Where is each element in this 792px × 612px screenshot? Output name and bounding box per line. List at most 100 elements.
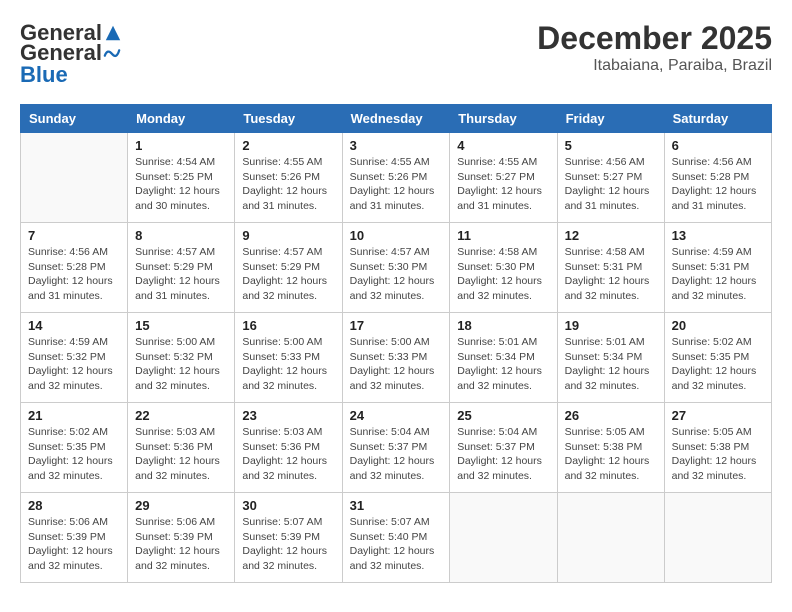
day-number: 7 <box>28 228 120 243</box>
logo-blue-text: Blue <box>20 62 68 88</box>
day-number: 11 <box>457 228 549 243</box>
day-info: Sunrise: 5:03 AM Sunset: 5:36 PM Dayligh… <box>242 425 334 484</box>
calendar-cell: 8 Sunrise: 4:57 AM Sunset: 5:29 PM Daylig… <box>128 223 235 313</box>
day-number: 26 <box>565 408 657 423</box>
calendar-header-row: SundayMondayTuesdayWednesdayThursdayFrid… <box>21 105 772 133</box>
calendar-cell: 19 Sunrise: 5:01 AM Sunset: 5:34 PM Dayli… <box>557 313 664 403</box>
day-number: 22 <box>135 408 227 423</box>
day-number: 29 <box>135 498 227 513</box>
calendar-cell: 5Sunrise: 4:56 AM Sunset: 5:27 PM Daylig… <box>557 133 664 223</box>
week-row-1: 1 Sunrise: 4:54 AM Sunset: 5:25 PM Daylig… <box>21 133 772 223</box>
calendar-cell: 27 Sunrise: 5:05 AM Sunset: 5:38 PM Dayli… <box>664 403 771 493</box>
day-info: Sunrise: 4:56 AM Sunset: 5:28 PM Dayligh… <box>28 245 120 304</box>
day-number: 30 <box>242 498 334 513</box>
day-info: Sunrise: 4:56 AM Sunset: 5:28 PM Dayligh… <box>672 155 764 214</box>
column-header-wednesday: Wednesday <box>342 105 450 133</box>
day-info: Sunrise: 5:01 AM Sunset: 5:34 PM Dayligh… <box>565 335 657 394</box>
calendar-cell: 12 Sunrise: 4:58 AM Sunset: 5:31 PM Dayli… <box>557 223 664 313</box>
day-info: Sunrise: 4:58 AM Sunset: 5:30 PM Dayligh… <box>457 245 549 304</box>
day-number: 13 <box>672 228 764 243</box>
column-header-sunday: Sunday <box>21 105 128 133</box>
day-info: Sunrise: 5:07 AM Sunset: 5:39 PM Dayligh… <box>242 515 334 574</box>
calendar-cell: 24Sunrise: 5:04 AM Sunset: 5:37 PM Dayli… <box>342 403 450 493</box>
day-number: 14 <box>28 318 120 333</box>
day-number: 19 <box>565 318 657 333</box>
calendar-cell: 14 Sunrise: 4:59 AM Sunset: 5:32 PM Dayli… <box>21 313 128 403</box>
week-row-2: 7 Sunrise: 4:56 AM Sunset: 5:28 PM Daylig… <box>21 223 772 313</box>
location: Itabaiana, Paraiba, Brazil <box>537 57 772 75</box>
day-number: 27 <box>672 408 764 423</box>
day-info: Sunrise: 4:57 AM Sunset: 5:29 PM Dayligh… <box>242 245 334 304</box>
day-info: Sunrise: 4:58 AM Sunset: 5:31 PM Dayligh… <box>565 245 657 304</box>
day-info: Sunrise: 5:00 AM Sunset: 5:33 PM Dayligh… <box>350 335 443 394</box>
day-number: 3 <box>350 138 443 153</box>
day-number: 21 <box>28 408 120 423</box>
day-info: Sunrise: 5:04 AM Sunset: 5:37 PM Dayligh… <box>457 425 549 484</box>
day-info: Sunrise: 5:00 AM Sunset: 5:33 PM Dayligh… <box>242 335 334 394</box>
logo-wave-icon <box>103 44 121 62</box>
column-header-friday: Friday <box>557 105 664 133</box>
day-number: 9 <box>242 228 334 243</box>
calendar-cell: 20Sunrise: 5:02 AM Sunset: 5:35 PM Dayli… <box>664 313 771 403</box>
calendar-cell: 28 Sunrise: 5:06 AM Sunset: 5:39 PM Dayli… <box>21 493 128 583</box>
day-info: Sunrise: 4:56 AM Sunset: 5:27 PM Dayligh… <box>565 155 657 214</box>
day-info: Sunrise: 5:06 AM Sunset: 5:39 PM Dayligh… <box>28 515 120 574</box>
day-info: Sunrise: 4:57 AM Sunset: 5:29 PM Dayligh… <box>135 245 227 304</box>
day-number: 15 <box>135 318 227 333</box>
day-info: Sunrise: 5:03 AM Sunset: 5:36 PM Dayligh… <box>135 425 227 484</box>
day-info: Sunrise: 5:01 AM Sunset: 5:34 PM Dayligh… <box>457 335 549 394</box>
day-info: Sunrise: 5:06 AM Sunset: 5:39 PM Dayligh… <box>135 515 227 574</box>
page-header: General General Blue December 2025 Itaba… <box>20 20 772 88</box>
calendar-cell: 26 Sunrise: 5:05 AM Sunset: 5:38 PM Dayli… <box>557 403 664 493</box>
week-row-4: 21 Sunrise: 5:02 AM Sunset: 5:35 PM Dayli… <box>21 403 772 493</box>
day-info: Sunrise: 5:05 AM Sunset: 5:38 PM Dayligh… <box>672 425 764 484</box>
day-info: Sunrise: 5:07 AM Sunset: 5:40 PM Dayligh… <box>350 515 443 574</box>
day-number: 23 <box>242 408 334 423</box>
day-info: Sunrise: 4:55 AM Sunset: 5:26 PM Dayligh… <box>242 155 334 214</box>
day-info: Sunrise: 5:02 AM Sunset: 5:35 PM Dayligh… <box>672 335 764 394</box>
day-info: Sunrise: 5:02 AM Sunset: 5:35 PM Dayligh… <box>28 425 120 484</box>
calendar-cell: 30 Sunrise: 5:07 AM Sunset: 5:39 PM Dayli… <box>235 493 342 583</box>
day-info: Sunrise: 4:59 AM Sunset: 5:32 PM Dayligh… <box>28 335 120 394</box>
calendar-cell: 13 Sunrise: 4:59 AM Sunset: 5:31 PM Dayli… <box>664 223 771 313</box>
calendar-cell: 29 Sunrise: 5:06 AM Sunset: 5:39 PM Dayli… <box>128 493 235 583</box>
calendar-cell: 4 Sunrise: 4:55 AM Sunset: 5:27 PM Daylig… <box>450 133 557 223</box>
day-number: 4 <box>457 138 549 153</box>
day-number: 17 <box>350 318 443 333</box>
calendar-cell: 21 Sunrise: 5:02 AM Sunset: 5:35 PM Dayli… <box>21 403 128 493</box>
day-info: Sunrise: 4:55 AM Sunset: 5:26 PM Dayligh… <box>350 155 443 214</box>
day-number: 12 <box>565 228 657 243</box>
day-info: Sunrise: 4:59 AM Sunset: 5:31 PM Dayligh… <box>672 245 764 304</box>
calendar-cell: 6 Sunrise: 4:56 AM Sunset: 5:28 PM Daylig… <box>664 133 771 223</box>
calendar-cell: 15 Sunrise: 5:00 AM Sunset: 5:32 PM Dayli… <box>128 313 235 403</box>
day-number: 8 <box>135 228 227 243</box>
column-header-tuesday: Tuesday <box>235 105 342 133</box>
calendar-cell: 23 Sunrise: 5:03 AM Sunset: 5:36 PM Dayli… <box>235 403 342 493</box>
calendar-cell: 9 Sunrise: 4:57 AM Sunset: 5:29 PM Daylig… <box>235 223 342 313</box>
day-number: 31 <box>350 498 443 513</box>
day-info: Sunrise: 4:55 AM Sunset: 5:27 PM Dayligh… <box>457 155 549 214</box>
week-row-5: 28 Sunrise: 5:06 AM Sunset: 5:39 PM Dayli… <box>21 493 772 583</box>
calendar-cell: 18Sunrise: 5:01 AM Sunset: 5:34 PM Dayli… <box>450 313 557 403</box>
column-header-monday: Monday <box>128 105 235 133</box>
day-number: 25 <box>457 408 549 423</box>
logo: General General Blue <box>20 20 122 88</box>
day-info: Sunrise: 5:00 AM Sunset: 5:32 PM Dayligh… <box>135 335 227 394</box>
calendar-cell: 16Sunrise: 5:00 AM Sunset: 5:33 PM Dayli… <box>235 313 342 403</box>
day-number: 28 <box>28 498 120 513</box>
day-info: Sunrise: 4:54 AM Sunset: 5:25 PM Dayligh… <box>135 155 227 214</box>
calendar-cell: 1 Sunrise: 4:54 AM Sunset: 5:25 PM Daylig… <box>128 133 235 223</box>
column-header-thursday: Thursday <box>450 105 557 133</box>
day-info: Sunrise: 5:05 AM Sunset: 5:38 PM Dayligh… <box>565 425 657 484</box>
title-block: December 2025 Itabaiana, Paraiba, Brazil <box>537 20 772 75</box>
calendar-cell: 2Sunrise: 4:55 AM Sunset: 5:26 PM Daylig… <box>235 133 342 223</box>
calendar-cell: 3 Sunrise: 4:55 AM Sunset: 5:26 PM Daylig… <box>342 133 450 223</box>
calendar-cell <box>21 133 128 223</box>
day-number: 6 <box>672 138 764 153</box>
calendar-cell <box>664 493 771 583</box>
week-row-3: 14 Sunrise: 4:59 AM Sunset: 5:32 PM Dayli… <box>21 313 772 403</box>
day-number: 24 <box>350 408 443 423</box>
day-number: 1 <box>135 138 227 153</box>
calendar-cell: 25 Sunrise: 5:04 AM Sunset: 5:37 PM Dayli… <box>450 403 557 493</box>
calendar-cell: 10Sunrise: 4:57 AM Sunset: 5:30 PM Dayli… <box>342 223 450 313</box>
